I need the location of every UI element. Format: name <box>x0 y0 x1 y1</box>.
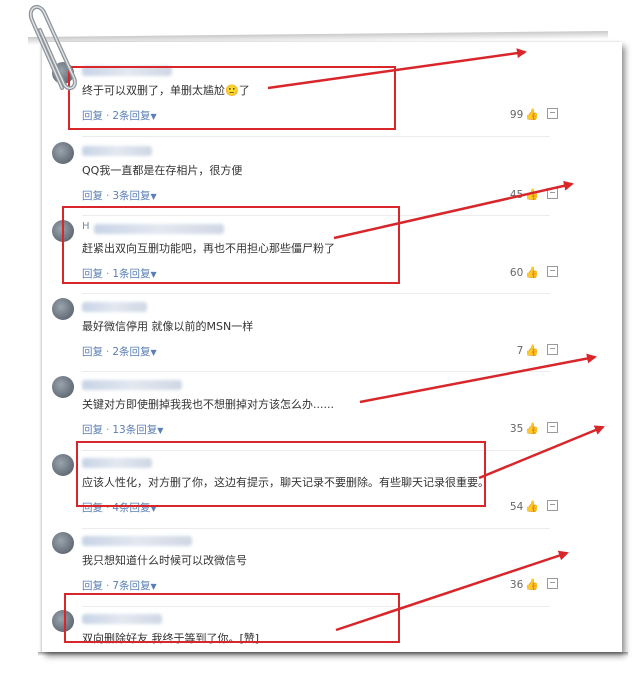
arrow <box>359 353 597 404</box>
annotation-arrows <box>267 48 605 632</box>
arrow <box>333 180 574 240</box>
arrow <box>267 48 527 90</box>
arrow <box>335 550 569 632</box>
arrow <box>478 425 605 480</box>
paperclip-icon <box>28 4 77 91</box>
